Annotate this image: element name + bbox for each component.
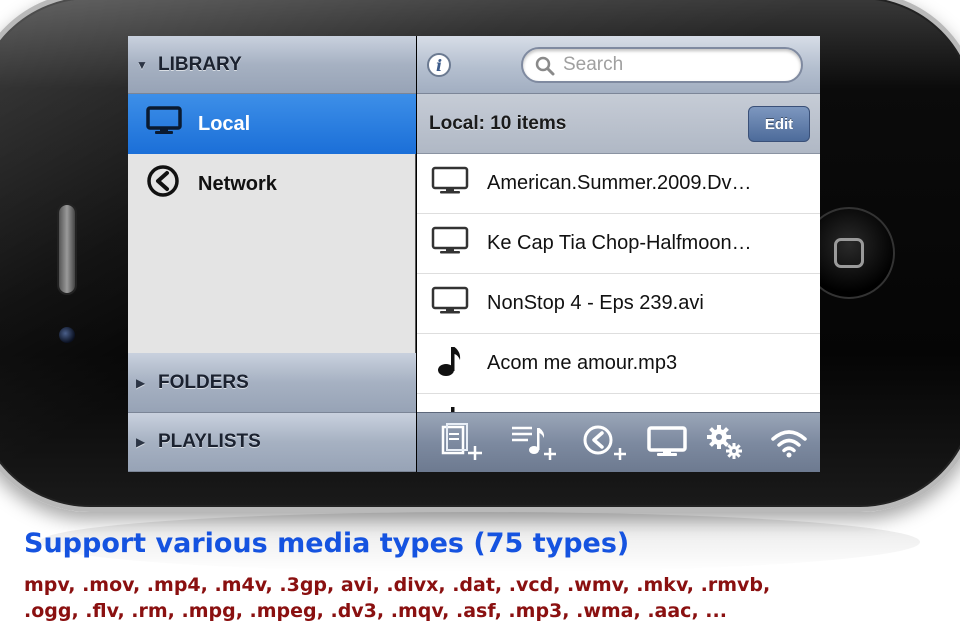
triangle-right-icon: ▶ — [136, 435, 146, 449]
settings-button[interactable] — [699, 419, 751, 465]
add-playlist-icon — [512, 426, 556, 460]
sidebar-item-local[interactable]: Local — [128, 94, 416, 154]
playlists-header[interactable]: ▶ PLAYLISTS — [128, 413, 416, 472]
folders-label: FOLDERS — [158, 371, 249, 393]
caption-format-line: .ogg, .flv, .rm, .mpg, .mpeg, .dv3, .mqv… — [24, 600, 727, 622]
bottom-toolbar — [417, 412, 820, 472]
tv-out-button[interactable] — [641, 419, 693, 465]
search-icon — [535, 56, 555, 81]
add-network-button[interactable] — [579, 419, 631, 465]
tv-out-icon — [647, 426, 687, 456]
info-button[interactable]: i — [427, 53, 451, 77]
media-list: American.Summer.2009.Dv… Ke Cap Tia Chop… — [417, 154, 820, 412]
library-header[interactable]: ▼ LIBRARY — [128, 36, 416, 94]
main-panel: i Local: 10 items Edit — [417, 36, 820, 472]
library-label: LIBRARY — [158, 53, 242, 75]
video-icon — [431, 286, 469, 322]
monitor-icon — [146, 106, 182, 142]
triangle-down-icon: ▼ — [136, 57, 148, 72]
app-screen: ▼ LIBRARY Local Network ▶ FOLDERS ▶ PLAY… — [128, 36, 820, 472]
home-square-icon — [834, 238, 864, 268]
list-item-partial[interactable] — [417, 394, 820, 412]
front-camera — [59, 327, 75, 343]
search-field[interactable] — [521, 47, 803, 83]
list-item-name: American.Summer.2009.Dv… — [487, 172, 752, 194]
list-item[interactable]: NonStop 4 - Eps 239.avi — [417, 274, 820, 334]
list-item-name: Ke Cap Tia Chop-Halfmoon… — [487, 232, 752, 254]
folders-header[interactable]: ▶ FOLDERS — [128, 353, 416, 413]
list-item[interactable]: American.Summer.2009.Dv… — [417, 154, 820, 214]
video-icon — [431, 166, 469, 202]
add-playlist-button[interactable] — [507, 419, 559, 465]
wifi-button[interactable] — [763, 419, 815, 465]
music-note-icon — [431, 404, 469, 412]
sidebar-item-label: Local — [198, 112, 251, 135]
list-title: Local: 10 items — [429, 113, 567, 134]
search-input[interactable] — [563, 54, 783, 76]
list-item[interactable]: Acom me amour.mp3 — [417, 334, 820, 394]
edit-button[interactable]: Edit — [748, 106, 810, 142]
info-icon: i — [435, 55, 443, 75]
caption-format-list: mpv, .mov, .mp4, .m4v, .3gp, avi, .divx,… — [24, 572, 944, 624]
add-folder-button[interactable] — [435, 419, 487, 465]
triangle-right-icon: ▶ — [136, 375, 146, 390]
list-item-name: Acom me amour.mp3 — [487, 352, 678, 374]
playlists-label: PLAYLISTS — [158, 431, 261, 452]
sidebar-item-network[interactable]: Network — [128, 154, 416, 214]
sidebar: ▼ LIBRARY Local Network ▶ FOLDERS ▶ PLAY… — [128, 36, 416, 472]
list-item-name: NonStop 4 - Eps 239.avi — [487, 292, 704, 314]
add-network-icon — [583, 425, 626, 460]
top-bar: i — [417, 36, 820, 94]
wifi-icon — [771, 430, 807, 458]
settings-icon — [707, 425, 742, 459]
add-folder-icon — [441, 423, 482, 460]
video-icon — [431, 226, 469, 262]
music-note-icon — [431, 344, 469, 384]
list-header: Local: 10 items Edit — [417, 94, 820, 154]
network-icon — [146, 164, 180, 204]
caption-format-line: mpv, .mov, .mp4, .m4v, .3gp, avi, .divx,… — [24, 574, 771, 596]
sidebar-item-label: Network — [198, 172, 277, 195]
list-item[interactable]: Ke Cap Tia Chop-Halfmoon… — [417, 214, 820, 274]
speaker-grille — [57, 203, 77, 295]
caption-title: Support various media types (75 types) — [24, 528, 630, 559]
